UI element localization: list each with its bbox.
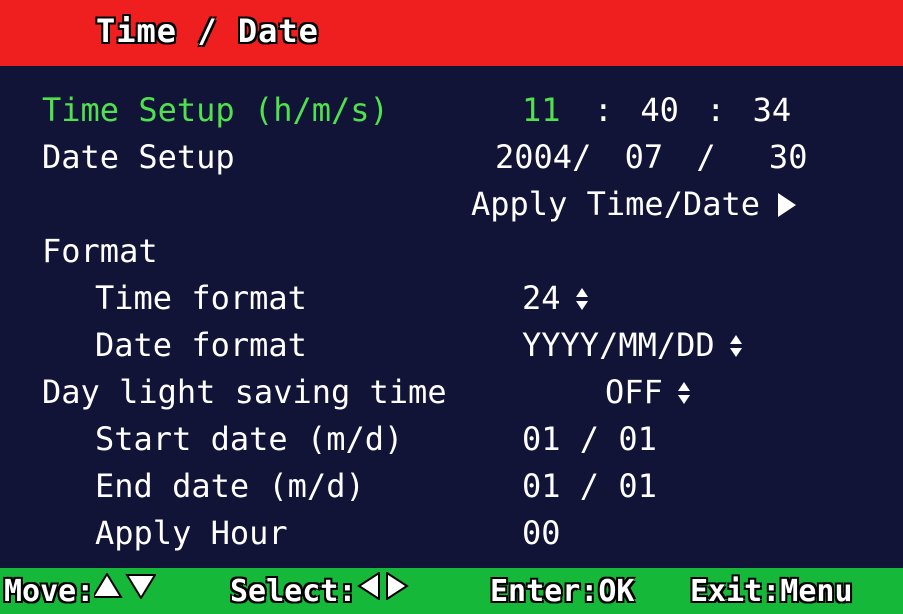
help-exit: Exit:Menu	[690, 574, 853, 609]
help-move: Move:	[4, 572, 158, 610]
help-bar: Move: Select: Enter:OK Exit:Menu	[0, 568, 903, 614]
dst-end-date[interactable]: 01 / 01	[522, 467, 657, 505]
up-down-arrows-icon	[677, 380, 691, 406]
date-format-value: YYYY/MM/DD	[522, 326, 715, 364]
apply-time-date-button[interactable]: Apply Time/Date	[471, 182, 796, 226]
dst-end-value[interactable]: 01 / 01	[522, 464, 657, 508]
page-title: Time / Date	[96, 12, 319, 50]
date-format-selector[interactable]: YYYY/MM/DD	[522, 323, 743, 367]
time-format-label: Time format	[95, 279, 307, 317]
dst-end-label: End date (m/d)	[95, 467, 365, 505]
date-separator: /	[696, 138, 716, 176]
help-enter: Enter:OK	[490, 574, 635, 609]
up-down-triangle-icon	[91, 572, 158, 607]
format-section-heading: Format	[42, 229, 158, 273]
time-format-selector[interactable]: 24	[522, 276, 589, 320]
dst-value: OFF	[605, 373, 663, 411]
date-setup-value[interactable]: 2004/ 07 / 30	[495, 135, 807, 179]
date-setup-label: Date Setup	[42, 138, 235, 176]
apply-hour-row[interactable]: Apply Hour	[95, 511, 288, 555]
date-setup-row[interactable]: Date Setup	[42, 135, 235, 179]
dst-label: Day light saving time	[42, 373, 447, 411]
time-setup-value[interactable]: 11 : 40 : 34	[522, 88, 791, 132]
dst-start-value[interactable]: 01 / 01	[522, 417, 657, 461]
time-second-field[interactable]: 34	[753, 91, 792, 129]
dst-start-date[interactable]: 01 / 01	[522, 420, 657, 458]
time-separator: :	[593, 91, 614, 129]
time-setup-label: Time Setup (h/m/s)	[42, 91, 389, 129]
help-select-label: Select:	[230, 574, 357, 609]
date-day-field[interactable]: 30	[769, 138, 808, 176]
osd-screen: Time / Date Time Setup (h/m/s) 11 : 40 :…	[0, 0, 903, 614]
date-format-label: Date format	[95, 326, 307, 364]
time-format-value: 24	[522, 279, 561, 317]
help-select: Select:	[230, 570, 410, 611]
up-down-arrows-icon	[729, 333, 743, 359]
date-month-field[interactable]: 07	[625, 138, 664, 176]
title-bar: Time / Date	[0, 0, 903, 66]
dst-selector[interactable]: OFF	[605, 370, 691, 414]
time-format-row[interactable]: Time format	[95, 276, 307, 320]
time-setup-row[interactable]: Time Setup (h/m/s)	[42, 88, 389, 132]
dst-start-label: Start date (m/d)	[95, 420, 404, 458]
time-minute-field[interactable]: 40	[640, 91, 679, 129]
apply-hour-label: Apply Hour	[95, 514, 288, 552]
dst-end-row[interactable]: End date (m/d)	[95, 464, 365, 508]
up-down-arrows-icon	[575, 286, 589, 312]
date-year-field[interactable]: 2004	[495, 138, 572, 176]
date-format-row[interactable]: Date format	[95, 323, 307, 367]
apply-hour-field[interactable]: 00	[522, 514, 561, 552]
time-separator: :	[706, 91, 726, 129]
format-label: Format	[42, 232, 158, 270]
date-separator: /	[572, 138, 592, 176]
dst-row[interactable]: Day light saving time	[42, 370, 447, 414]
apply-time-date-label: Apply Time/Date	[471, 185, 760, 223]
dst-start-row[interactable]: Start date (m/d)	[95, 417, 403, 461]
left-right-triangle-icon	[356, 570, 410, 608]
apply-hour-value[interactable]: 00	[522, 511, 561, 555]
time-hour-field[interactable]: 11	[522, 91, 561, 129]
play-arrow-icon	[777, 184, 796, 217]
help-move-label: Move:	[4, 574, 95, 609]
